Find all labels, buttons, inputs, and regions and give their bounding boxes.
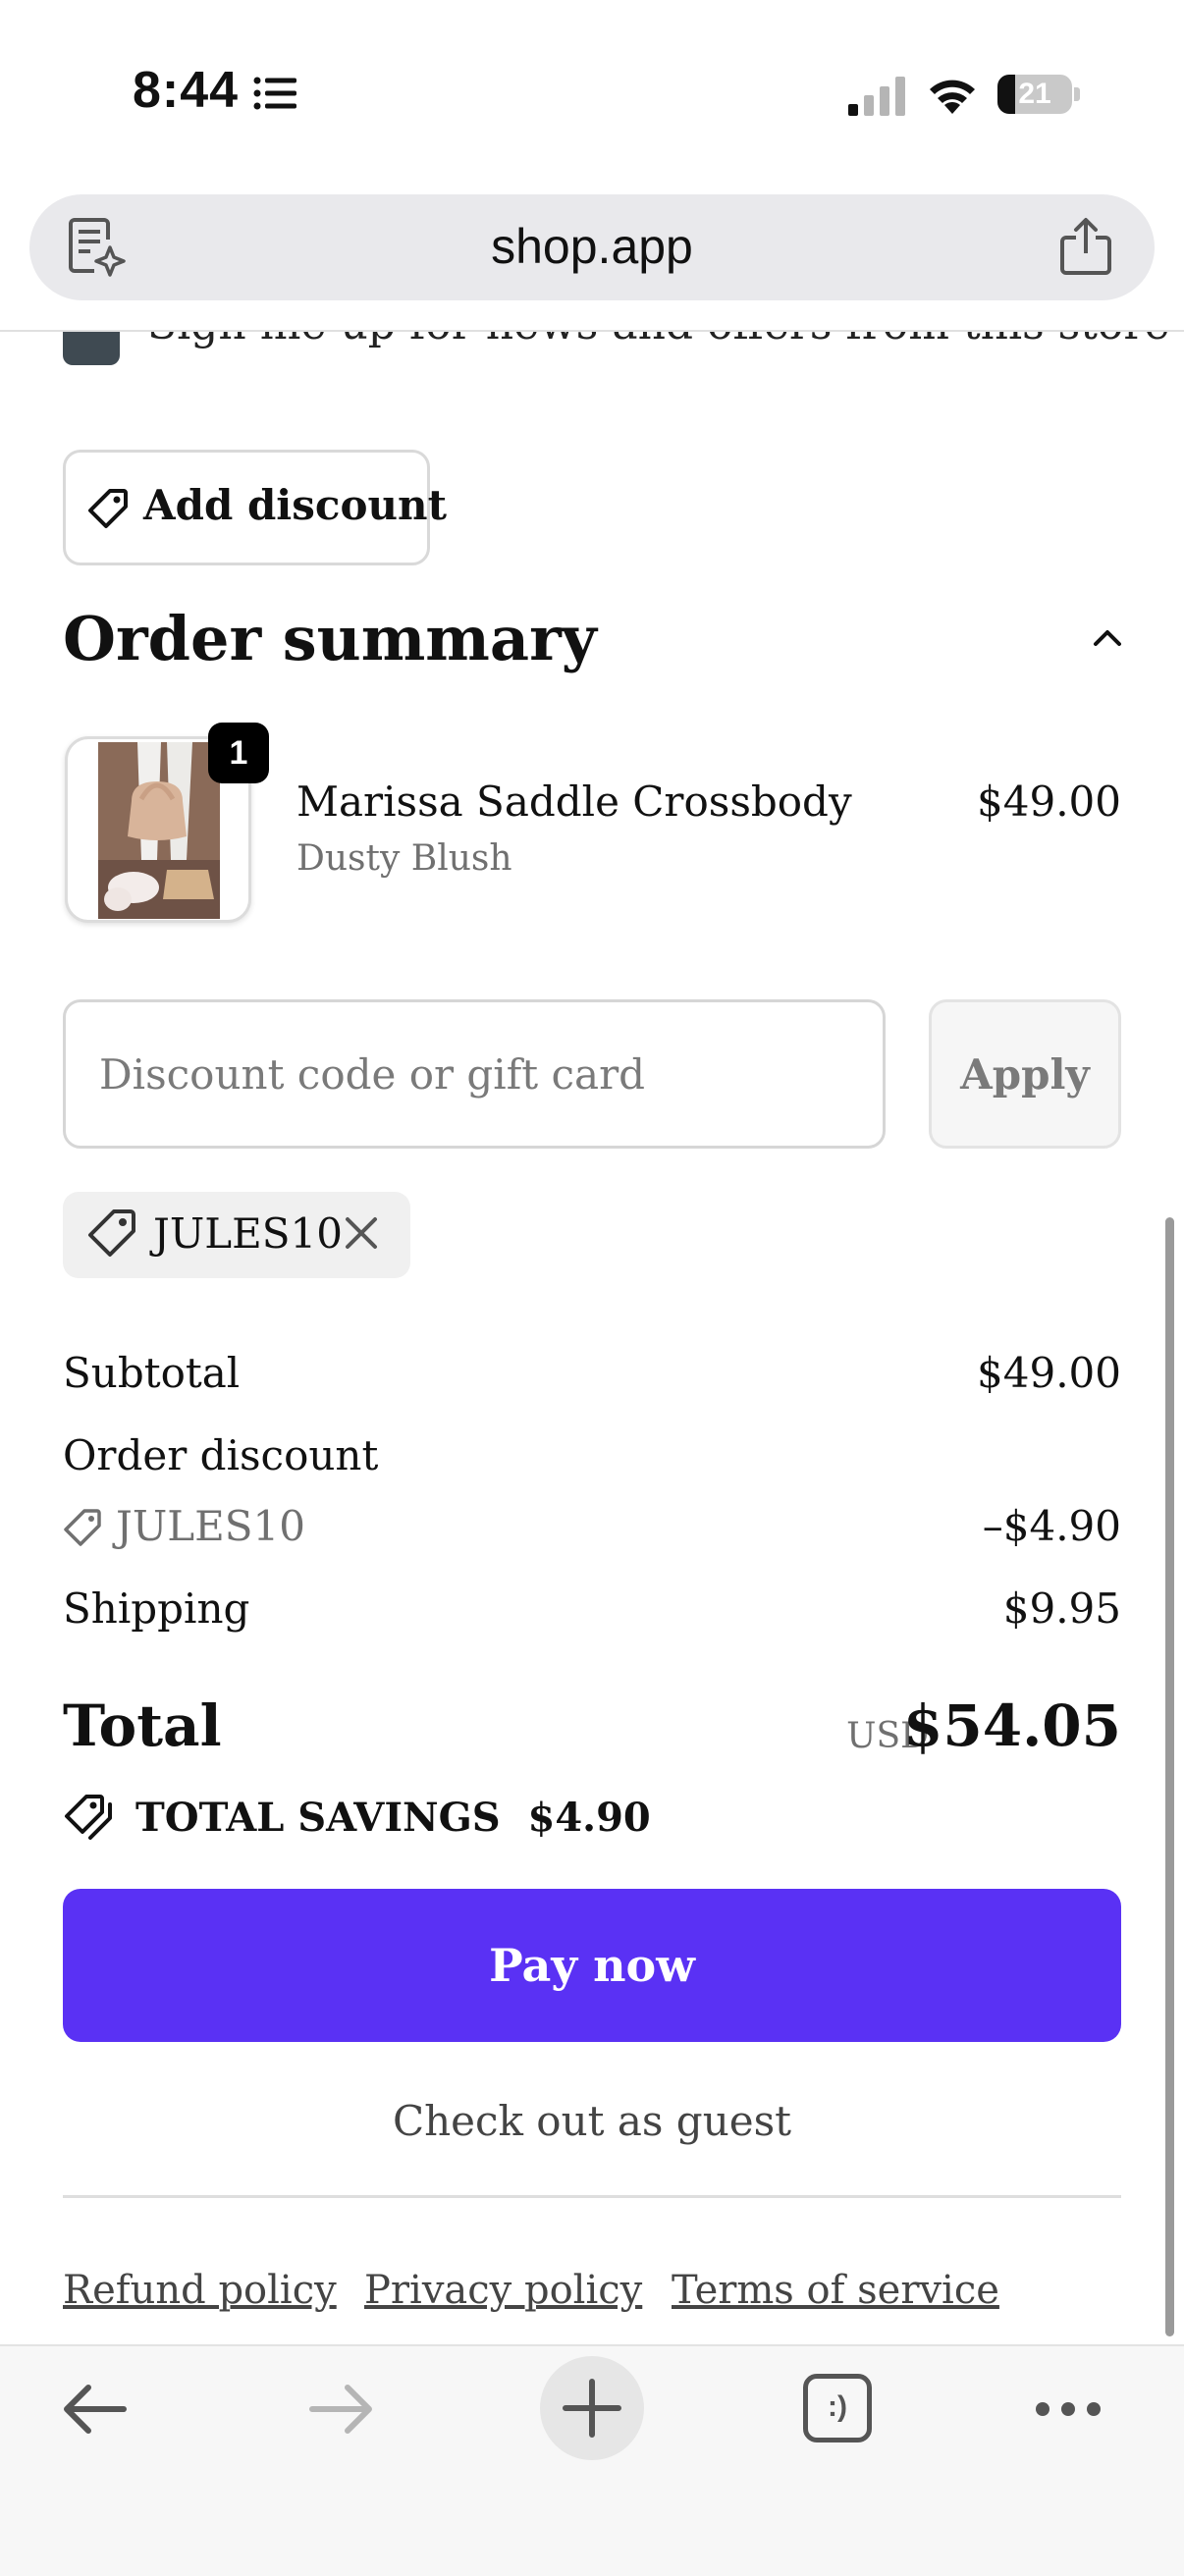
more-options-icon[interactable]	[1033, 2399, 1103, 2419]
total-savings: TOTAL SAVINGS $4.90	[135, 1795, 651, 1841]
terms-of-service-link[interactable]: Terms of service	[672, 2268, 999, 2313]
shipping-label: Shipping	[63, 1584, 250, 1633]
share-icon[interactable]	[1058, 216, 1113, 277]
discount-value: –$4.90	[982, 1502, 1121, 1550]
chevron-up-icon[interactable]	[1090, 626, 1125, 650]
close-icon[interactable]	[344, 1215, 379, 1251]
total-savings-label: TOTAL SAVINGS	[135, 1795, 501, 1841]
total-savings-value: $4.90	[527, 1795, 651, 1841]
newsletter-label: Sign me up for news and offers from this…	[147, 332, 1169, 349]
product-price: $49.00	[977, 778, 1121, 826]
back-arrow-icon[interactable]	[59, 2380, 130, 2439]
discount-code-input[interactable]	[63, 999, 886, 1149]
tag-icon	[64, 1509, 101, 1546]
pay-now-button[interactable]: Pay now	[63, 1889, 1121, 2042]
cellular-signal-icon	[848, 77, 905, 116]
battery-level: 21	[1018, 78, 1051, 110]
discount-code-label: JULES10	[116, 1502, 305, 1550]
battery-icon: 21	[997, 75, 1080, 114]
footer-divider	[63, 2195, 1121, 2198]
total-label: Total	[63, 1692, 222, 1759]
url-text[interactable]: shop.app	[0, 218, 1184, 275]
order-summary-title: Order summary	[63, 603, 597, 674]
new-tab-button[interactable]	[540, 2356, 644, 2460]
add-discount-label: Add discount	[143, 481, 447, 529]
apply-button[interactable]: Apply	[929, 999, 1121, 1149]
tabs-icon-glyph: :)	[828, 2390, 847, 2423]
product-image	[98, 742, 220, 919]
wifi-icon	[930, 80, 975, 114]
applied-discount-code: JULES10	[153, 1209, 343, 1258]
tag-icon	[88, 1209, 135, 1257]
savings-tags-icon	[65, 1795, 112, 1840]
newsletter-checkbox[interactable]	[63, 332, 120, 365]
guest-checkout-link[interactable]: Check out as guest	[0, 2097, 1184, 2145]
subtotal-value: $49.00	[977, 1349, 1121, 1397]
tag-icon	[88, 489, 128, 528]
shipping-value: $9.95	[1002, 1584, 1121, 1633]
forward-arrow-icon[interactable]	[306, 2380, 377, 2439]
focus-list-icon	[253, 77, 296, 110]
subtotal-label: Subtotal	[63, 1349, 241, 1397]
total-value: $54.05	[903, 1692, 1121, 1759]
refund-policy-link[interactable]: Refund policy	[63, 2268, 337, 2313]
quantity-badge: 1	[208, 723, 269, 783]
scrollbar[interactable]	[1165, 1217, 1174, 2336]
status-time: 8:44	[133, 62, 240, 119]
newsletter-row: Sign me up for news and offers from this…	[0, 332, 1184, 371]
order-discount-label: Order discount	[63, 1431, 379, 1479]
product-name: Marissa Saddle Crossbody	[296, 778, 852, 826]
product-variant: Dusty Blush	[296, 838, 512, 879]
plus-icon	[563, 2379, 621, 2438]
privacy-policy-link[interactable]: Privacy policy	[364, 2268, 642, 2313]
tabs-button[interactable]: :)	[803, 2374, 872, 2442]
